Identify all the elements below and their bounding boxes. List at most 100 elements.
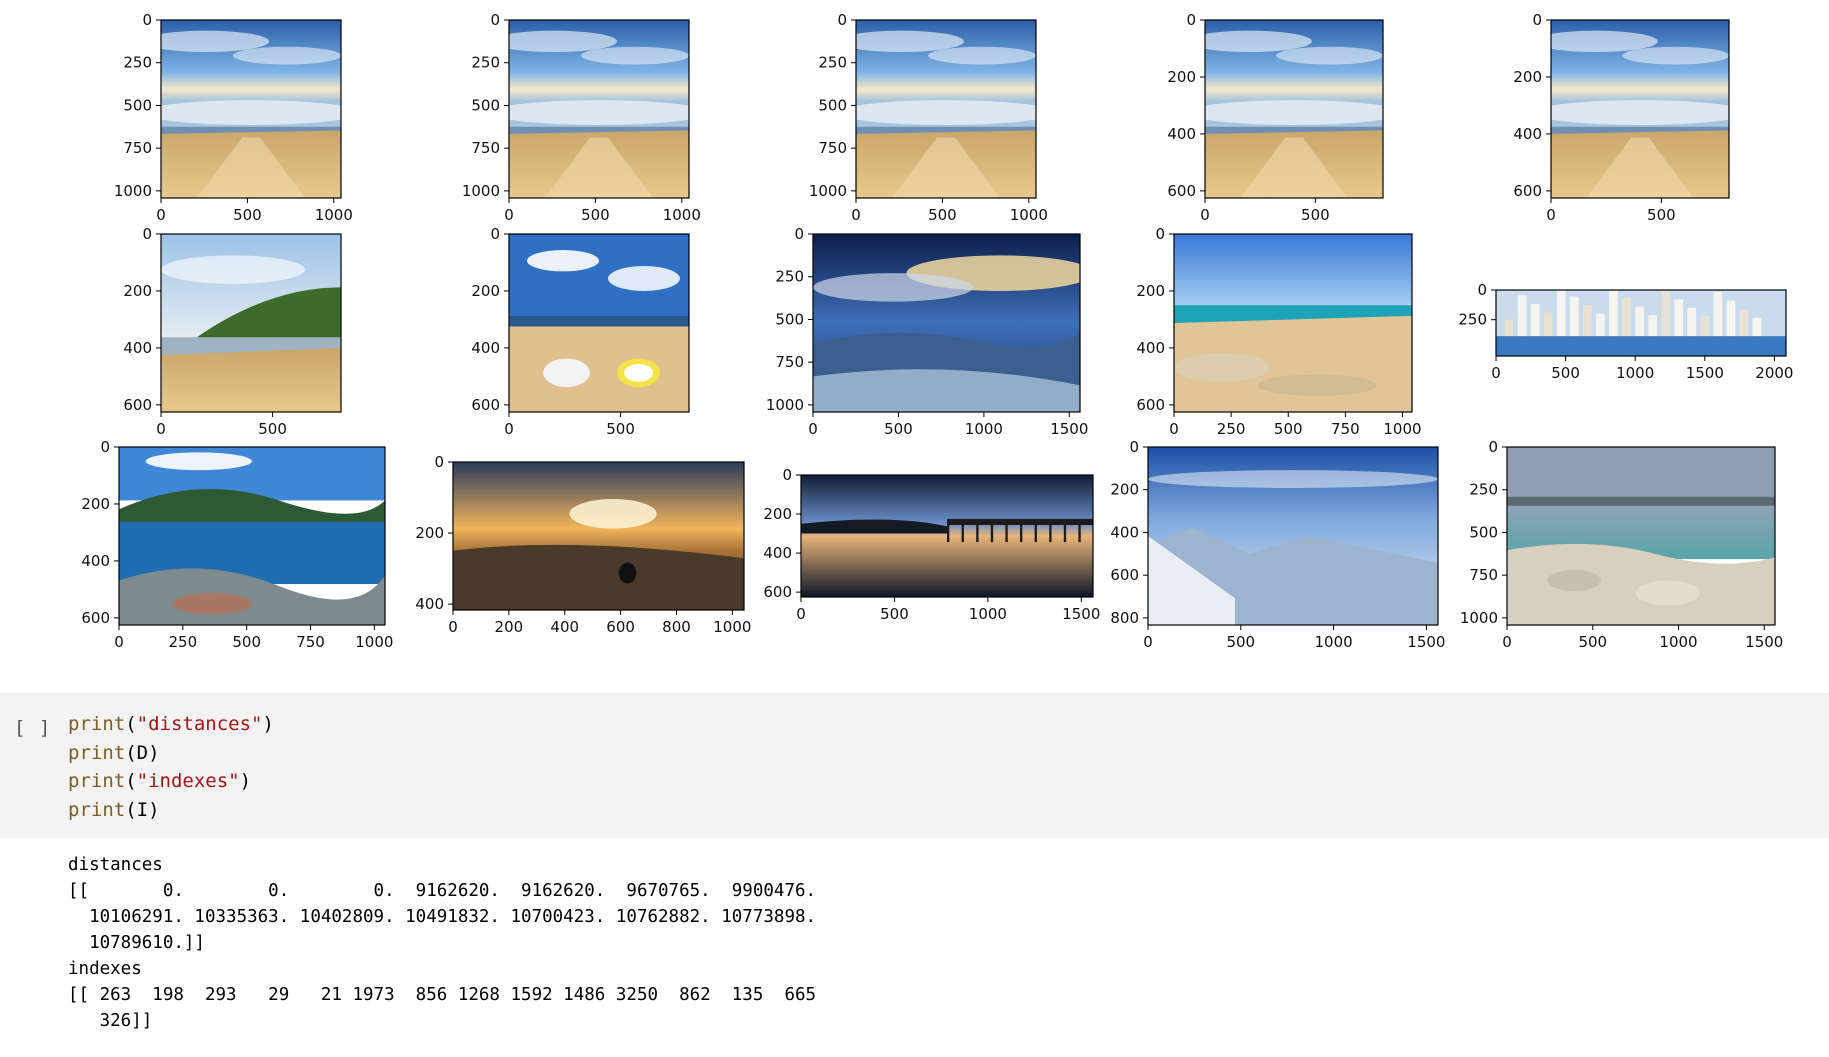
- x-tick-label: 200: [495, 618, 524, 636]
- subplot-p14: 0 500 1000 1500 0 200 400 600 800: [1110, 438, 1445, 651]
- y-tick-label: 200: [471, 282, 500, 300]
- y-tick-label: 1000: [766, 396, 804, 414]
- y-tick-label: 250: [1469, 481, 1498, 499]
- output-line: 326]]: [68, 1011, 153, 1031]
- x-tick-label: 1000: [315, 206, 353, 224]
- y-tick-label: 600: [471, 396, 500, 414]
- image-snowy-mountain: [1148, 447, 1438, 625]
- x-tick-label: 0: [1491, 364, 1501, 382]
- x-tick-label: 500: [880, 605, 909, 623]
- x-tick-label: 600: [606, 618, 635, 636]
- x-tick-label: 0: [1169, 420, 1179, 438]
- code-token: print: [68, 770, 126, 792]
- code-token: ): [148, 741, 160, 764]
- y-tick-label: 250: [1458, 311, 1487, 329]
- x-tick-label: 1000: [969, 605, 1007, 623]
- x-tick-label: 500: [1551, 364, 1580, 382]
- x-tick-label: 0: [1502, 633, 1512, 651]
- x-tick-label: 1000: [965, 420, 1003, 438]
- x-tick-label: 250: [169, 633, 198, 651]
- x-tick-label: 250: [1217, 420, 1246, 438]
- subplot-p15: 0 500 1000 1500 0 250 500 750 1000: [1460, 438, 1784, 651]
- x-tick-label: 1000: [713, 618, 751, 636]
- image-sunset-hills: [453, 462, 744, 610]
- x-tick-label: 500: [581, 206, 610, 224]
- y-tick-label: 0: [1129, 438, 1139, 456]
- code-token: print: [68, 798, 126, 821]
- x-tick-label: 0: [156, 206, 166, 224]
- y-tick-label: 0: [782, 466, 792, 484]
- subplot-p4: 0 500 0 200 400 600: [1167, 11, 1384, 224]
- y-tick-label: 200: [763, 505, 792, 523]
- code-token: ): [239, 770, 252, 792]
- y-tick-label: 400: [1513, 125, 1542, 143]
- code-editor[interactable]: print("distances") print(D) print("indexes…: [68, 710, 274, 824]
- code-token: (: [125, 741, 137, 764]
- y-tick-label: 800: [1110, 609, 1139, 627]
- y-tick-label: 750: [471, 139, 500, 157]
- x-tick-label: 0: [448, 618, 458, 636]
- subplot-p2: 0 500 100002505007501000: [462, 11, 701, 224]
- x-tick-label: 500: [1647, 206, 1676, 224]
- x-tick-label: 0: [1200, 206, 1210, 224]
- x-tick-label: 500: [233, 206, 262, 224]
- y-tick-label: 500: [775, 310, 804, 328]
- x-tick-label: 400: [550, 618, 579, 636]
- subplot-p13: 0 500 1000 1500 0 200 400 600: [763, 466, 1100, 623]
- y-tick-label: 1000: [114, 182, 152, 200]
- image-beach-sky: [161, 20, 341, 198]
- code-cell[interactable]: [ ] print("distances") print(D) print("ind…: [0, 693, 1829, 838]
- y-tick-label: 500: [1469, 523, 1498, 541]
- y-tick-label: 200: [1136, 282, 1165, 300]
- y-tick-label: 500: [123, 96, 152, 114]
- image-dramatic-clouds: [813, 234, 1080, 412]
- subplot-p10: 0 500 1000 1500 2000 0 250: [1458, 281, 1793, 382]
- x-tick-label: 500: [1578, 633, 1607, 651]
- subplot-p9: 0 250 500 750 1000 0 200 400 600: [1136, 225, 1421, 438]
- y-tick-label: 600: [1136, 396, 1165, 414]
- code-token: ): [148, 798, 160, 821]
- y-tick-label: 600: [1513, 182, 1542, 200]
- y-tick-label: 250: [471, 54, 500, 72]
- image-beach-sky: [856, 20, 1036, 198]
- y-tick-label: 1000: [809, 182, 847, 200]
- y-tick-label: 0: [1155, 225, 1165, 243]
- subplot-p1: 0 500 100002505007501000: [114, 11, 353, 224]
- y-tick-label: 600: [81, 609, 110, 627]
- x-tick-label: 1000: [355, 633, 393, 651]
- y-tick-label: 0: [1532, 11, 1542, 29]
- y-tick-label: 1000: [1460, 609, 1498, 627]
- y-tick-label: 200: [1513, 68, 1542, 86]
- x-tick-label: 500: [1226, 633, 1255, 651]
- image-sunny-beach: [1174, 234, 1412, 412]
- code-token: (: [125, 770, 137, 792]
- x-tick-label: 0: [808, 420, 818, 438]
- y-tick-label: 0: [1186, 11, 1196, 29]
- y-tick-label: 0: [142, 11, 152, 29]
- subplot-p3: 0 500 100002505007501000: [809, 11, 1048, 224]
- y-tick-label: 0: [794, 225, 804, 243]
- x-tick-label: 1000: [663, 206, 701, 224]
- image-grid-output: 0 500 1000 0 250 500 750 1000 0 500 1000 0 250 500 750…: [0, 0, 1829, 680]
- subplot-p5: 0 500 0 200 400 600: [1513, 11, 1730, 224]
- subplot-p12: 0 200 400 600 800 1000 0 200 400: [415, 453, 751, 636]
- image-grid-figure: 0 500 1000025050075010000 500 10000250500750…: [81, 11, 1793, 651]
- y-tick-label: 500: [818, 96, 847, 114]
- x-tick-label: 0: [156, 420, 166, 438]
- output-line: 10106291. 10335363. 10402809. 10491832. …: [68, 907, 817, 927]
- subplot-p11: 0 250 500 750 1000 0 200 400 600: [81, 438, 393, 651]
- output-line: [[ 0. 0. 0. 9162620. 9162620. 9670765. 9…: [68, 881, 817, 901]
- x-tick-label: 0: [796, 605, 806, 623]
- code-line: print(D): [68, 739, 274, 768]
- x-tick-label: 500: [606, 420, 635, 438]
- cell-output: distances [[ 0. 0. 0. 9162620. 9162620. 9…: [68, 852, 816, 1034]
- y-tick-label: 0: [490, 225, 500, 243]
- x-tick-label: 1000: [1010, 206, 1048, 224]
- run-cell-button[interactable]: [ ]: [14, 717, 51, 739]
- subplot-p6: 0 500 0 200 400 600: [123, 225, 342, 438]
- y-tick-label: 600: [1167, 182, 1196, 200]
- image-beach-hill: [161, 234, 341, 412]
- y-tick-label: 750: [818, 139, 847, 157]
- subplot-p8: 0 500 1000 1500 0 250 500 750 1000: [766, 225, 1089, 438]
- code-token: (: [125, 713, 137, 735]
